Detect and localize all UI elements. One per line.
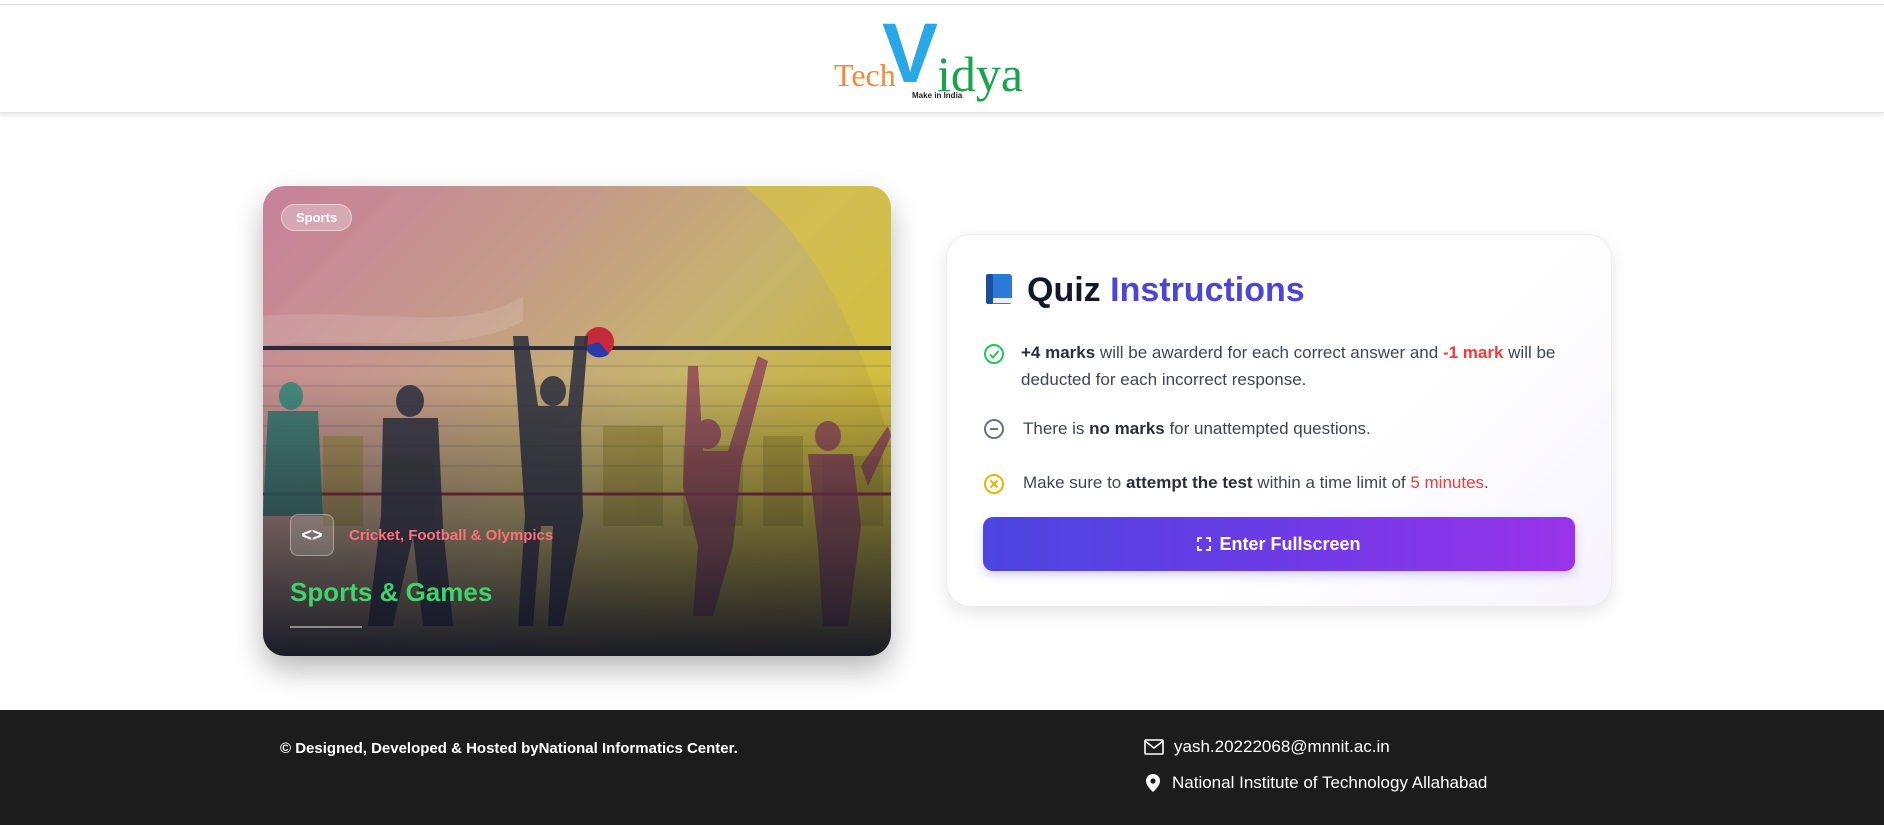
fullscreen-icon <box>1197 537 1212 551</box>
code-icon: <> <box>290 514 334 556</box>
card-subcategory: Cricket, Football & Olympics <box>349 527 554 544</box>
quiz-instructions-panel: Quiz Instructions +4 marks will be award… <box>946 234 1612 607</box>
instructions-title: Quiz Instructions <box>983 271 1305 310</box>
site-footer: © Designed, Developed & Hosted byNationa… <box>0 710 1884 825</box>
mail-icon <box>1144 739 1164 755</box>
footer-address: National Institute of Technology Allahab… <box>1144 773 1487 793</box>
logo-v: V <box>882 6 939 100</box>
positive-marks: +4 marks <box>1021 343 1096 362</box>
card-divider <box>290 626 362 628</box>
enter-fullscreen-label: Enter Fullscreen <box>1219 533 1361 554</box>
instruction-text-marking: +4 marks will be awarderd for each corre… <box>1021 339 1581 393</box>
footer-email[interactable]: yash.20222068@mnnit.ac.in <box>1144 737 1390 757</box>
marking-text-1: will be awarderd for each correct answer… <box>1095 343 1443 362</box>
time-text-3: . <box>1484 473 1489 492</box>
unattempted-text-1: There is <box>1023 419 1090 438</box>
book-icon <box>986 274 1012 304</box>
time-text-1: Make sure to <box>1023 473 1126 492</box>
time-text-2: within a time limit of <box>1252 473 1411 492</box>
enter-fullscreen-button[interactable]: Enter Fullscreen <box>983 517 1575 571</box>
email-text: yash.20222068@mnnit.ac.in <box>1174 737 1390 756</box>
time-limit: 5 minutes <box>1410 473 1485 492</box>
instructions-title-main: Quiz <box>1027 271 1101 309</box>
unattempted-text-2: for unattempted questions. <box>1164 419 1371 438</box>
logo-tagline: Make in India <box>912 91 963 100</box>
x-circle-icon <box>984 474 1004 494</box>
no-marks: no marks <box>1089 419 1165 438</box>
check-circle-icon <box>984 344 1004 364</box>
location-pin-icon <box>1146 774 1160 792</box>
instruction-text-unattempted: There is no marks for unattempted questi… <box>1023 415 1583 442</box>
site-header: Tech V idya Make in India <box>0 5 1884 113</box>
techvidya-logo[interactable]: Tech V idya Make in India <box>832 11 1023 105</box>
quiz-topic-card: Sports <> Cricket, Football & Olympics S… <box>263 186 891 656</box>
instructions-title-accent: Instructions <box>1110 271 1305 309</box>
category-badge: Sports <box>281 204 353 231</box>
copyright-text: © Designed, Developed & Hosted byNationa… <box>280 740 738 757</box>
minus-circle-icon <box>984 419 1004 439</box>
attempt-the-test: attempt the test <box>1126 473 1253 492</box>
negative-marks: -1 mark <box>1442 343 1504 362</box>
card-title: Sports & Games <box>290 577 493 607</box>
instruction-text-time: Make sure to attempt the test within a t… <box>1023 469 1583 496</box>
address-text: National Institute of Technology Allahab… <box>1172 773 1488 792</box>
